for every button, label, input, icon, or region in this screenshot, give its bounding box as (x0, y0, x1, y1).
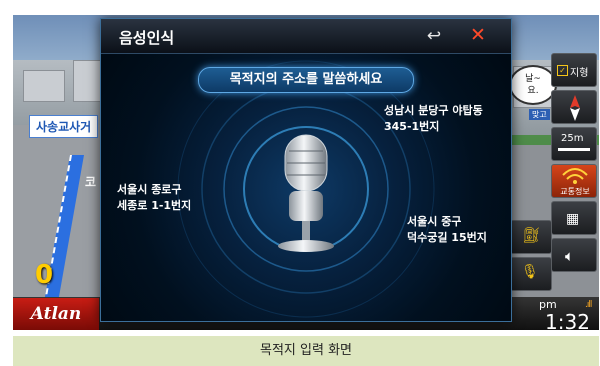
speech-bubble: 날~ 요. (509, 65, 557, 105)
signal-icon: .ıll (585, 300, 592, 310)
microphone-icon[interactable] (101, 19, 511, 321)
fuel-icon: ⛽︎ (522, 226, 542, 244)
street-label: 코 (85, 175, 97, 189)
scale-button[interactable]: 25m (551, 127, 597, 161)
speed-readout: 0 (35, 260, 54, 290)
road-sign: 사송교사거 (29, 115, 99, 138)
scale-bar-icon (558, 148, 590, 151)
voice-search-button[interactable]: 🎙︎ (510, 257, 552, 291)
traffic-label: 교통정보 (560, 187, 590, 196)
menu-grid-button[interactable]: ▦ (551, 201, 597, 235)
checkbox-icon: ✓ (557, 65, 568, 76)
fuel-station-button[interactable]: ⛽︎ (510, 220, 552, 254)
map-label: 맞고 (529, 109, 550, 120)
compass-icon (570, 95, 580, 121)
volume-button[interactable]: 🔈︎ (551, 238, 597, 272)
wifi-signal-icon (562, 168, 588, 184)
voice-icon: 🎙︎ (521, 264, 539, 280)
compass-button[interactable] (551, 90, 597, 124)
right-control-panel: ✓ 지형 25m 교통정보 ▦ 🔈︎ (551, 53, 599, 275)
grid-icon: ▦ (566, 211, 580, 227)
atlan-logo: Atlan (13, 298, 99, 330)
scale-label: 25m (561, 133, 584, 144)
traffic-info-button[interactable]: 교통정보 (551, 164, 597, 198)
terrain-view-button[interactable]: ✓ 지형 (551, 53, 597, 87)
clock: pm .ıll 1:32 (533, 297, 599, 330)
terrain-label: 지형 (570, 68, 589, 79)
navigation-screen: 사송교사거 코 0 날~ 요. 맞고 ✓ 지형 25m 교통정보 ▦ 🔈︎ ⛽︎… (13, 15, 599, 330)
screen-caption: 목적지 입력 화면 (13, 336, 599, 366)
time-label: 1:32 (545, 310, 590, 330)
voice-recognition-dialog: 음성인식 ↩ ✕ 목적지의 주소를 말씀하세요 성남시 분당구 야탑동 345-… (100, 18, 512, 322)
speaker-icon: 🔈︎ (565, 247, 575, 265)
